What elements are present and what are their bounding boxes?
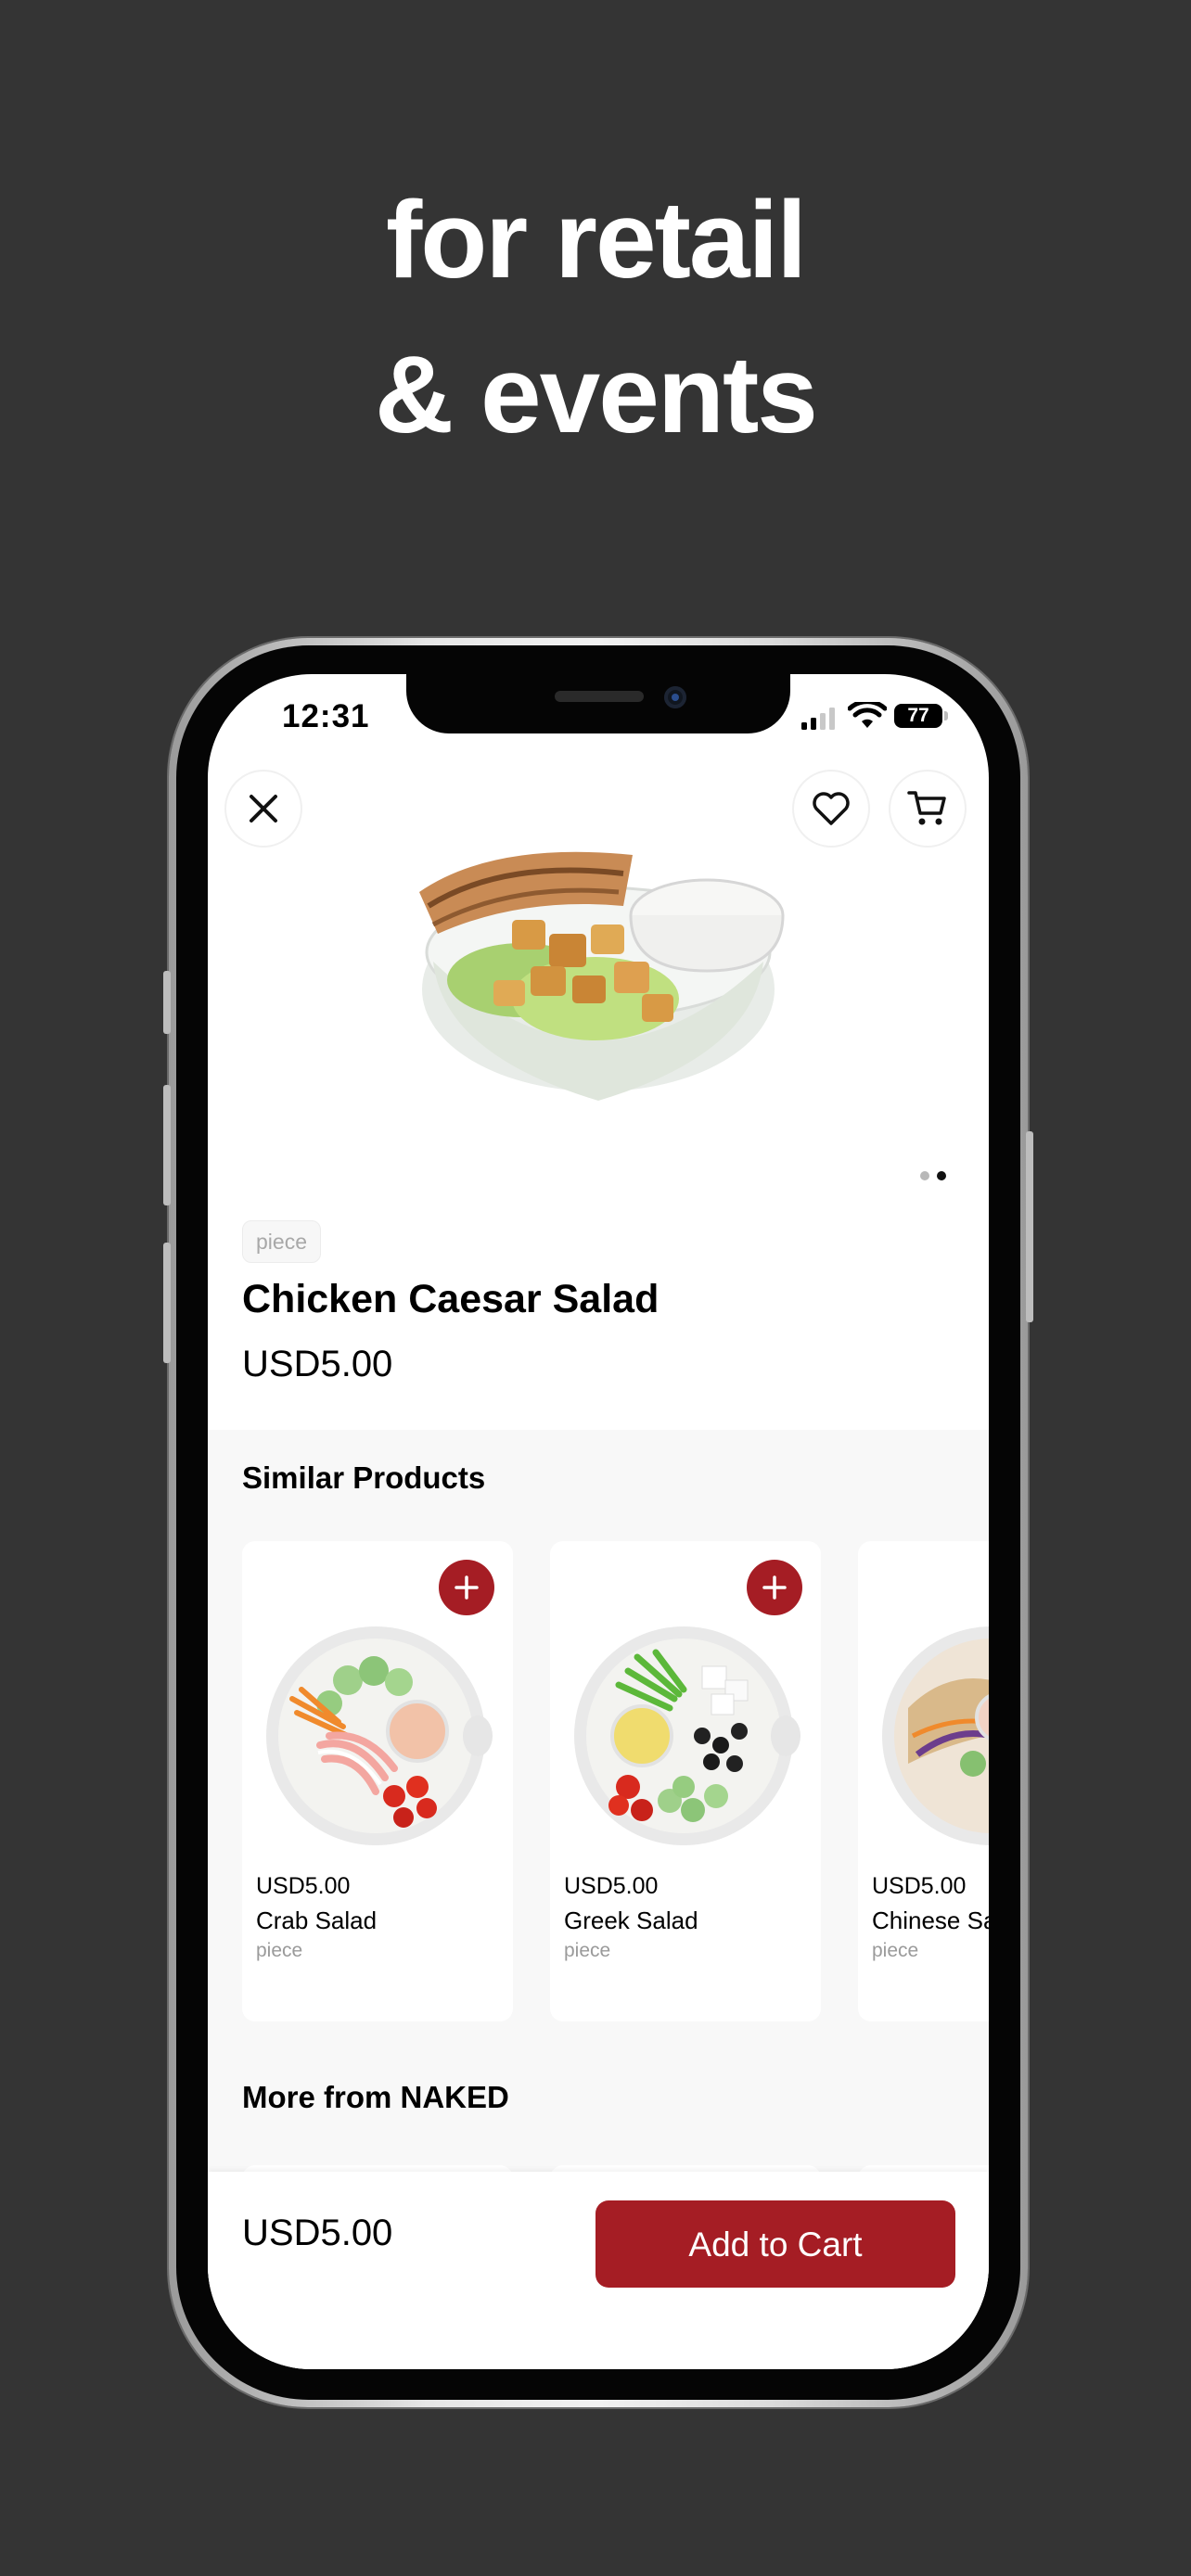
gallery-dot-2[interactable]: [937, 1171, 946, 1180]
product-title: Chicken Caesar Salad: [242, 1277, 660, 1321]
cart-icon: [907, 791, 946, 825]
phone-volume-up: [163, 1085, 171, 1205]
crab-salad-image: [266, 1626, 493, 1845]
card-name: Greek Salad: [564, 1906, 698, 1934]
card-name: Crab Salad: [256, 1906, 378, 1934]
plus-icon: [455, 1575, 479, 1600]
close-button[interactable]: [226, 772, 301, 846]
promo-line-2: & events: [375, 334, 818, 456]
card-unit: piece: [872, 1940, 919, 1961]
plus-icon: [762, 1575, 787, 1600]
heart-icon: [813, 792, 850, 825]
unit-badge: piece: [242, 1220, 321, 1263]
card-price: USD5.00: [256, 1873, 351, 1899]
add-to-cart-bar: USD5.00 Add to Cart: [208, 2172, 989, 2369]
front-camera: [664, 686, 686, 708]
card-name: Chinese Salad: [872, 1906, 989, 1934]
gallery-dot-1[interactable]: [920, 1171, 929, 1180]
product-price: USD5.00: [242, 1344, 393, 1384]
close-icon: [250, 795, 277, 823]
status-time: 12:31: [282, 698, 370, 734]
promo-line-1: for retail: [385, 179, 807, 301]
more-from-title: More from NAKED: [242, 2080, 509, 2114]
phone-mute-switch: [163, 971, 171, 1034]
card-price: USD5.00: [872, 1873, 967, 1899]
card-price: USD5.00: [564, 1873, 659, 1899]
chinese-salad-image: [882, 1626, 989, 1845]
greek-salad-image: [574, 1626, 800, 1845]
add-greek-salad-button[interactable]: [747, 1560, 802, 1615]
add-crab-salad-button[interactable]: [439, 1560, 494, 1615]
card-unit: piece: [256, 1940, 303, 1961]
signal-icon: [801, 708, 835, 730]
battery-indicator: 77: [894, 704, 942, 728]
wifi-icon: [848, 702, 887, 728]
add-to-cart-button[interactable]: Add to Cart: [596, 2200, 955, 2288]
product-card-crab-salad[interactable]: USD5.00 Crab Salad piece: [242, 1541, 513, 2021]
phone-power-button: [1026, 1131, 1033, 1322]
similar-products-title: Similar Products: [242, 1460, 486, 1495]
product-image: [419, 851, 785, 1101]
card-unit: piece: [564, 1940, 611, 1961]
product-card-chinese-salad[interactable]: USD5.00 Chinese Salad piece: [858, 1541, 989, 2021]
product-card-greek-salad[interactable]: USD5.00 Greek Salad piece: [550, 1541, 821, 2021]
notch: [406, 674, 790, 733]
cart-bar-price: USD5.00: [242, 2213, 393, 2253]
cart-button[interactable]: [890, 772, 965, 846]
app-screen: 12:31 77 piece Chicken Caesar Salad USD5…: [208, 674, 989, 2369]
phone-volume-down: [163, 1243, 171, 1363]
gallery-pagination[interactable]: [920, 1168, 954, 1185]
